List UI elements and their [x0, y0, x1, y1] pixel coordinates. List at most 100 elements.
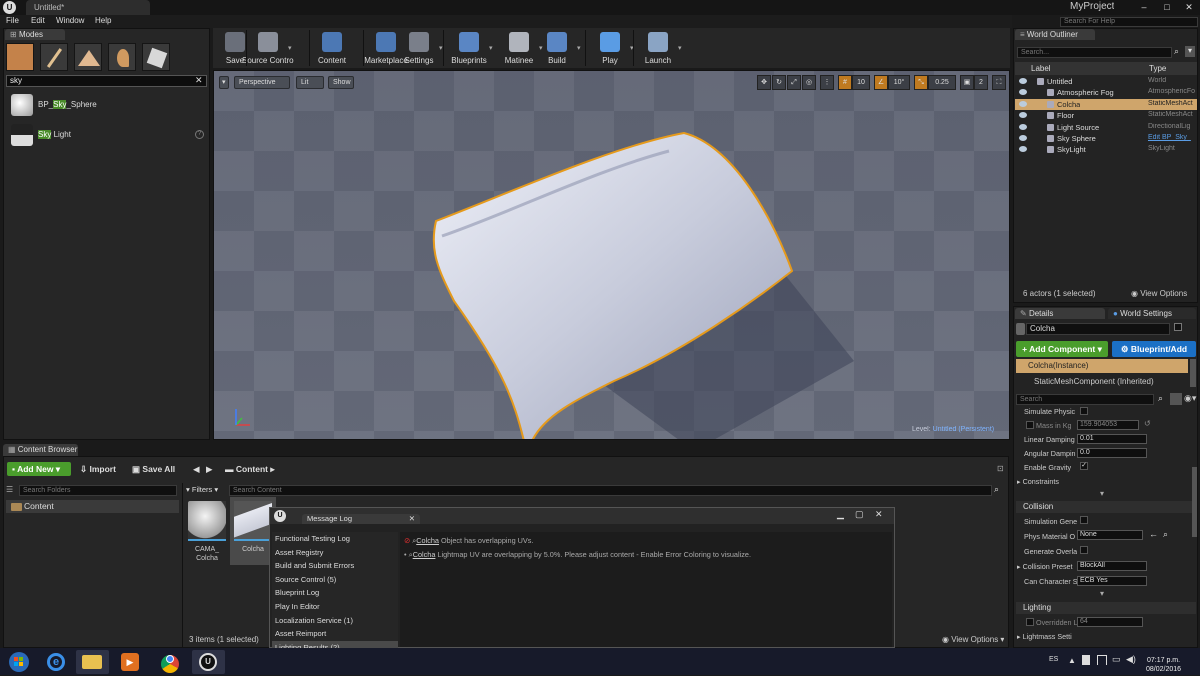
phys-material-dropdown[interactable]: None — [1077, 530, 1143, 540]
place-item-sky-light[interactable]: Sky Light ? — [7, 122, 205, 148]
rotation-snap-icon[interactable]: ∠ — [874, 75, 888, 90]
outliner-row[interactable]: Sky Sphere Edit BP_Sky_ — [1015, 133, 1197, 144]
add-new-button[interactable]: ▪ Add New ▾ — [7, 462, 71, 476]
visibility-eye-icon[interactable] — [1019, 100, 1027, 107]
message-row[interactable]: ⊘ ⌕Colcha Object has overlapping UVs. — [404, 536, 533, 546]
maximize-viewport-icon[interactable]: ⛶ — [992, 75, 1006, 90]
clear-search-icon[interactable]: ✕ — [195, 75, 203, 86]
collision-preset-dropdown[interactable]: BlockAll — [1077, 561, 1147, 571]
log-category-item[interactable]: Play In Editor — [272, 600, 398, 614]
overridden-lightmap-checkbox[interactable] — [1026, 618, 1034, 626]
column-label[interactable]: Label — [1031, 64, 1051, 73]
log-category-item[interactable]: Blueprint Log — [272, 586, 398, 600]
minimize-icon[interactable]: ▁ — [837, 509, 844, 520]
grid-snap-value[interactable]: 10 — [852, 75, 870, 90]
minimize-icon[interactable]: – — [1137, 2, 1151, 13]
dropdown-arrow-icon[interactable]: ▾ — [678, 44, 682, 52]
log-category-item[interactable]: Functional Testing Log — [272, 532, 398, 546]
tray-overflow-icon[interactable]: ▲ — [1068, 656, 1076, 665]
bedspread-mesh[interactable] — [214, 71, 1010, 440]
show-button[interactable]: Show — [328, 76, 354, 89]
breadcrumb-content[interactable]: ▬ Content ▸ — [225, 464, 275, 475]
lit-button[interactable]: Lit — [296, 76, 324, 89]
collapse-sources-icon[interactable]: ☰ — [6, 485, 13, 494]
details-search-input[interactable]: Search — [1016, 394, 1154, 405]
chrome-icon[interactable] — [154, 650, 187, 674]
overridden-lightmap-field[interactable]: 64 — [1077, 617, 1143, 627]
world-local-icon[interactable]: ◎ — [802, 75, 816, 90]
level-viewport[interactable]: ▾ Perspective Lit Show ✥ ↻ ⤢ ◎ ⋮ # 10 ∠ … — [213, 70, 1010, 440]
rotation-snap-value[interactable]: 10° — [888, 75, 910, 90]
asset-cama-colcha[interactable]: CAMA_ Colcha — [188, 501, 226, 565]
outliner-row-type[interactable]: Edit BP_Sky_ — [1148, 134, 1198, 141]
dropdown-arrow-icon[interactable]: ▾ — [489, 44, 493, 52]
flag-icon[interactable] — [1082, 655, 1090, 665]
mass-field[interactable]: 159.904053 — [1077, 420, 1139, 430]
eye-icon[interactable]: ◉▾ — [1184, 393, 1196, 404]
history-back-icon[interactable]: ◀ — [193, 464, 200, 475]
import-button[interactable]: ⇩ Import — [80, 464, 116, 475]
tab-details[interactable]: ✎ Details — [1015, 308, 1105, 319]
menu-window[interactable]: Window — [56, 16, 84, 25]
surface-snap-icon[interactable]: ⋮ — [820, 75, 834, 90]
start-icon[interactable] — [4, 650, 34, 674]
lock-icon[interactable]: ⊡ — [997, 464, 1004, 473]
taskbar-clock[interactable]: 07:17 p.m. 08/02/2016 — [1146, 656, 1181, 674]
browse-icon[interactable]: ⌕ — [1163, 529, 1168, 540]
actor-name-field[interactable]: Colcha — [1026, 323, 1170, 335]
expand-advanced-icon[interactable]: ▾ — [1100, 489, 1104, 498]
modes-search-input[interactable]: sky — [6, 75, 207, 87]
battery-icon[interactable]: ▭ — [1112, 654, 1121, 665]
place-item-bp-sky-sphere[interactable]: BP_Sky_Sphere — [7, 92, 205, 118]
asset-colcha[interactable]: Colcha — [234, 501, 272, 565]
details-scrollbar[interactable] — [1192, 467, 1197, 537]
log-category-item[interactable]: Source Control (5) — [272, 573, 398, 587]
content-button[interactable]: Content — [314, 30, 350, 66]
maximize-icon[interactable]: □ — [1160, 2, 1174, 13]
outliner-row[interactable]: SkyLight SkyLight — [1015, 144, 1197, 155]
component-scrollbar[interactable] — [1190, 359, 1196, 387]
paint-mode-icon[interactable] — [40, 43, 68, 71]
expand-advanced-icon[interactable]: ▾ — [1100, 589, 1104, 598]
blueprint-add-button[interactable]: ⚙ Blueprint/Add — [1112, 341, 1196, 357]
generate-overlap-checkbox[interactable] — [1080, 546, 1088, 554]
tab-message-log[interactable]: Message Log ✕ — [302, 514, 420, 524]
outliner-row[interactable]: Untitled World — [1015, 76, 1197, 87]
outliner-row[interactable]: Colcha StaticMeshAct — [1015, 98, 1197, 110]
grid-snap-icon[interactable]: # — [838, 75, 852, 90]
mass-override-checkbox[interactable] — [1026, 421, 1034, 429]
outliner-settings-icon[interactable]: ▾ — [1185, 46, 1195, 57]
landscape-mode-icon[interactable] — [74, 43, 102, 71]
outliner-row[interactable]: Light Source DirectionalLig — [1015, 122, 1197, 133]
folder-content[interactable]: Content — [6, 500, 179, 513]
message-log-titlebar[interactable]: U Message Log ✕ ▁ ▢ ✕ — [270, 508, 894, 524]
linear-damping-field[interactable]: 0.01 — [1077, 434, 1147, 444]
search-content-input[interactable]: Search Content — [229, 485, 992, 496]
log-category-item[interactable]: Localization Service (1) — [272, 614, 398, 628]
close-icon[interactable]: ✕ — [875, 509, 883, 520]
play-button[interactable]: Play — [592, 30, 628, 66]
tab-world-outliner[interactable]: ≡ World Outliner — [1015, 29, 1095, 40]
simulate-physics-checkbox[interactable] — [1080, 407, 1088, 415]
lighting-section[interactable]: Lighting — [1016, 602, 1196, 614]
lock-icon[interactable] — [1174, 323, 1182, 331]
launch-button[interactable]: Launch — [640, 30, 676, 66]
outliner-view-options[interactable]: ◉ View Options — [1131, 289, 1187, 298]
log-category-item[interactable]: Build and Submit Errors — [272, 559, 398, 573]
search-help-input[interactable]: Search For Help — [1060, 17, 1198, 27]
settings-button[interactable]: Settings — [401, 30, 437, 66]
rotate-icon[interactable]: ↻ — [772, 75, 786, 90]
history-forward-icon[interactable]: ▶ — [206, 464, 213, 475]
visibility-eye-icon[interactable] — [1019, 78, 1027, 84]
camera-speed-value[interactable]: 2 — [974, 75, 988, 90]
grid-view-icon[interactable] — [1170, 393, 1182, 405]
lightmass-settings-row[interactable]: ▸ Lightmass Setti — [1017, 632, 1072, 641]
input-language[interactable]: ES — [1049, 656, 1058, 663]
viewport-options-icon[interactable]: ▾ — [219, 76, 229, 89]
tab-world-settings[interactable]: ● World Settings — [1108, 308, 1196, 319]
splitter[interactable] — [182, 483, 183, 647]
log-category-item[interactable]: Asset Reimport — [272, 627, 398, 641]
document-tab[interactable]: Untitled* — [26, 0, 150, 15]
unreal-icon[interactable]: U — [192, 650, 225, 674]
perspective-button[interactable]: Perspective — [234, 76, 290, 89]
